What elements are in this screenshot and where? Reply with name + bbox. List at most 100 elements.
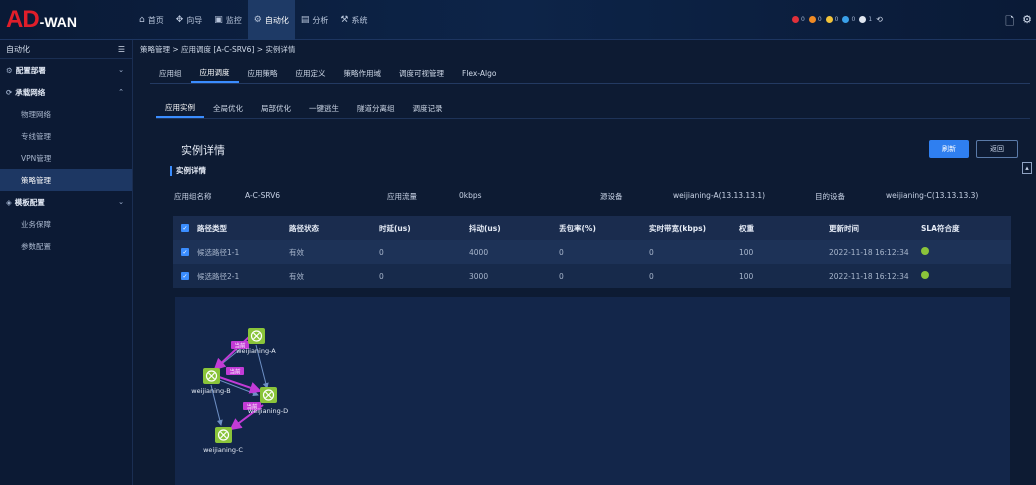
status-dot bbox=[859, 16, 867, 23]
scroll-up-icon[interactable]: ▴ bbox=[1022, 162, 1032, 174]
table-cell: 有效 bbox=[289, 247, 304, 257]
sync-icon[interactable]: ⟲ bbox=[876, 15, 883, 24]
sidebar-item-wrap: ◈ 模板配置 bbox=[6, 197, 45, 208]
table-row[interactable]: ✓ 候选路径1-1 有效 0 4000 0 0 100 2022-11-18 16:12:34 bbox=[173, 240, 1011, 264]
sidebar-group-icon: ⟳ bbox=[6, 87, 13, 97]
tab-primary[interactable]: 应用定义 bbox=[287, 63, 335, 83]
topnav-item[interactable]: ▣ 监控 bbox=[208, 0, 248, 40]
sla-status-icon bbox=[921, 247, 929, 255]
top-bar: AD -WAN ⌂ 首页 ✥ 向导 ▣ 监控 ⚙ 自动化 ▤ 分析 ⚒ 系统 0 0 0 0 1 ⟲ 🗋 ⚙ bbox=[0, 0, 1036, 40]
svg-text:weijianing-D: weijianing-D bbox=[248, 407, 288, 415]
topnav-item[interactable]: ⌂ 首页 bbox=[133, 0, 170, 40]
menu-collapse-icon[interactable]: ☰ bbox=[118, 45, 125, 54]
svg-text:weijianing-A: weijianing-A bbox=[236, 347, 276, 355]
status-count: 0 bbox=[834, 16, 839, 23]
traffic-value: 0kbps bbox=[459, 191, 482, 200]
sidebar-header: 自动化 ☰ bbox=[0, 40, 132, 59]
system-icon: ⚒ bbox=[340, 15, 349, 25]
tab-primary[interactable]: 应用策略 bbox=[239, 63, 287, 83]
svg-text:weijianing-C: weijianing-C bbox=[203, 446, 243, 454]
table-cell: 0 bbox=[649, 271, 654, 281]
table-row[interactable]: ✓ 候选路径2-1 有效 0 3000 0 0 100 2022-11-18 16:12:34 bbox=[173, 264, 1011, 288]
router-icon[interactable]: weijianing-D bbox=[248, 387, 288, 415]
tab-secondary[interactable]: 全局优化 bbox=[204, 98, 252, 118]
sidebar-item[interactable]: 业务保障 bbox=[0, 213, 132, 235]
table-cell: 抖动(us) bbox=[469, 223, 501, 233]
app-group-value: A-C-SRV6 bbox=[245, 191, 281, 200]
gear-icon[interactable]: ⚙ bbox=[1022, 13, 1032, 32]
topnav-item[interactable]: ⚒ 系统 bbox=[334, 0, 373, 40]
cell-text: 候选路径1-1 bbox=[197, 247, 240, 257]
chevron-icon: ⌄ bbox=[118, 198, 124, 206]
checkbox[interactable]: ✓ bbox=[181, 224, 189, 232]
topnav-label: 首页 bbox=[147, 15, 164, 25]
tab-primary[interactable]: Flex-Algo bbox=[453, 63, 505, 83]
document-icon[interactable]: 🗋 bbox=[1005, 13, 1014, 32]
table-cell: 时延(us) bbox=[379, 223, 411, 233]
section-label: 实例详情 bbox=[170, 166, 206, 176]
tab-primary[interactable]: 应用调度 bbox=[190, 63, 239, 83]
sidebar-item[interactable]: 专线管理 bbox=[0, 125, 132, 147]
tab-secondary[interactable]: 一键逃生 bbox=[300, 98, 348, 118]
topnav-label: 系统 bbox=[351, 15, 368, 25]
router-icon[interactable]: weijianing-B bbox=[191, 368, 231, 395]
home-icon: ⌂ bbox=[139, 15, 145, 25]
topology-svg: 当前 当前 当前 weijianing-A weijianing-B weiji… bbox=[191, 328, 288, 454]
refresh-button[interactable]: 刷新 bbox=[929, 140, 969, 158]
traffic-label: 应用流量 bbox=[387, 192, 417, 201]
sidebar-item[interactable]: 策略管理 bbox=[0, 169, 132, 191]
sidebar-item[interactable]: VPN管理 bbox=[0, 147, 132, 169]
tab-primary[interactable]: 应用组 bbox=[150, 63, 191, 83]
divider bbox=[150, 83, 1030, 84]
router-icon[interactable]: weijianing-C bbox=[203, 427, 243, 454]
current-tag: 当前 bbox=[226, 367, 244, 376]
sidebar-item[interactable]: 物理网络 bbox=[0, 103, 132, 125]
topology-canvas[interactable]: 当前 当前 当前 weijianing-A weijianing-B weiji… bbox=[175, 297, 1010, 485]
sidebar-item-label: 模板配置 bbox=[14, 197, 45, 207]
status-count: 0 bbox=[817, 16, 822, 23]
tab-secondary[interactable]: 隧道分离组 bbox=[348, 98, 404, 118]
table-cell: 实时带宽(kbps) bbox=[649, 223, 707, 233]
app-logo[interactable]: AD -WAN bbox=[6, 6, 77, 33]
status-dot bbox=[808, 16, 816, 23]
sidebar-item-label: 策略管理 bbox=[21, 175, 51, 185]
tab-secondary[interactable]: 局部优化 bbox=[252, 98, 300, 118]
table-cell: ✓ 候选路径2-1 bbox=[173, 271, 289, 282]
tab-secondary[interactable]: 调度记录 bbox=[404, 98, 452, 118]
checkbox[interactable]: ✓ bbox=[181, 248, 189, 256]
back-button[interactable]: 返回 bbox=[976, 140, 1018, 158]
logo-main: AD bbox=[6, 6, 40, 33]
page-title: 实例详情 bbox=[181, 144, 225, 157]
status-dot bbox=[842, 16, 850, 23]
sidebar-item[interactable]: ◈ 模板配置 ⌄ bbox=[0, 191, 132, 213]
topnav-item[interactable]: ⚙ 自动化 bbox=[247, 0, 295, 40]
table-cell: ✓ 路径类型 bbox=[173, 223, 289, 234]
sidebar-item-label: 参数配置 bbox=[21, 241, 51, 251]
tab-primary[interactable]: 策略作用域 bbox=[335, 63, 391, 83]
table-cell: 路径状态 bbox=[289, 223, 319, 233]
status-indicators[interactable]: 0 0 0 0 1 ⟲ bbox=[792, 15, 883, 24]
table-cell bbox=[921, 247, 1011, 257]
checkbox[interactable]: ✓ bbox=[181, 272, 189, 280]
divider bbox=[156, 118, 1030, 119]
table-cell: 0 bbox=[379, 247, 384, 257]
sidebar-item-wrap: 专线管理 bbox=[21, 131, 51, 142]
sidebar-item[interactable]: ⚙ 配置部署 ⌄ bbox=[0, 59, 132, 81]
topnav-item[interactable]: ✥ 向导 bbox=[170, 0, 209, 40]
sidebar-item[interactable]: ⟳ 承载网络 ⌃ bbox=[0, 81, 132, 103]
sidebar-group-icon: ◈ bbox=[6, 197, 12, 207]
table-cell: 0 bbox=[559, 271, 564, 281]
sidebar-item-wrap: ⚙ 配置部署 bbox=[6, 65, 46, 76]
sidebar-item[interactable]: 参数配置 bbox=[0, 235, 132, 257]
sidebar-item-wrap: 物理网络 bbox=[21, 109, 51, 120]
svg-text:当前: 当前 bbox=[229, 368, 241, 376]
chevron-icon: ⌃ bbox=[118, 88, 124, 96]
src-value: weijianing-A(13.13.13.1) bbox=[673, 191, 766, 200]
table-cell: 有效 bbox=[289, 271, 304, 281]
tab-primary[interactable]: 调度可视管理 bbox=[390, 63, 453, 83]
table-cell: 丢包率(%) bbox=[559, 223, 596, 233]
topnav-item[interactable]: ▤ 分析 bbox=[295, 0, 335, 40]
tab-secondary[interactable]: 应用实例 bbox=[156, 98, 204, 118]
table-cell: 更新时间 bbox=[829, 223, 859, 233]
status-count: 1 bbox=[868, 16, 873, 23]
